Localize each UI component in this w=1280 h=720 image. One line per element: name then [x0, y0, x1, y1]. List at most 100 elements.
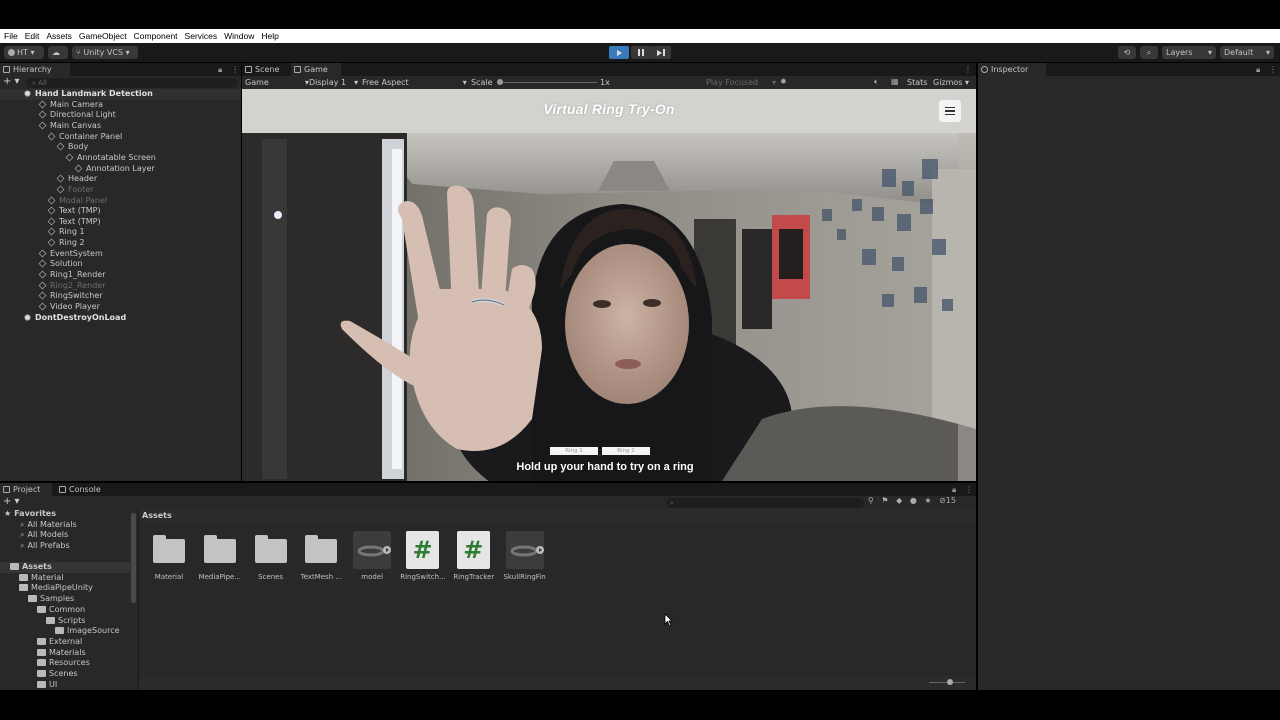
project-search-input[interactable]: ⌕: [666, 498, 864, 508]
project-folder-item[interactable]: Resources: [37, 658, 90, 669]
scale-slider-handle[interactable]: [497, 79, 503, 85]
search-button[interactable]: ⌕: [1140, 46, 1158, 59]
cloud-button[interactable]: ☁: [48, 46, 68, 59]
display-mode-dropdown[interactable]: Game ▾: [245, 78, 309, 87]
hierarchy-item[interactable]: Annotation Layer: [74, 164, 155, 175]
project-folder-item[interactable]: Samples: [28, 594, 74, 605]
lock-icon[interactable]: 🔒︎: [218, 63, 222, 76]
hierarchy-item[interactable]: RingSwitcher: [38, 291, 103, 302]
hierarchy-item[interactable]: Text (TMP): [47, 206, 101, 217]
asset-item[interactable]: model: [350, 531, 394, 583]
hierarchy-item[interactable]: Video Player: [38, 302, 100, 313]
hierarchy-item[interactable]: Main Canvas: [38, 121, 101, 132]
menu-assets[interactable]: Assets: [46, 31, 72, 41]
hierarchy-item[interactable]: Container Panel: [47, 132, 122, 143]
hierarchy-item[interactable]: Directional Light: [38, 110, 116, 121]
info-icon[interactable]: ●: [910, 496, 917, 505]
favorite-item[interactable]: ⌕ All Materials: [20, 520, 77, 531]
hierarchy-item[interactable]: Ring1_Render: [38, 270, 106, 281]
lock-icon[interactable]: 🔒︎: [952, 483, 956, 496]
hierarchy-item[interactable]: Header: [56, 174, 97, 185]
hierarchy-item[interactable]: Footer: [56, 185, 93, 196]
project-folder-item[interactable]: Scripts: [46, 616, 85, 627]
menu-edit[interactable]: Edit: [25, 31, 40, 41]
step-button[interactable]: [651, 46, 671, 59]
hierarchy-item[interactable]: EventSystem: [38, 249, 103, 260]
project-folder-item[interactable]: UI: [37, 680, 57, 691]
asset-item[interactable]: # RingSwitch...: [400, 531, 446, 583]
search-input[interactable]: ⌕ All: [26, 78, 238, 88]
asset-item[interactable]: SkullRingFin: [503, 531, 547, 583]
tab-console[interactable]: Console: [56, 483, 116, 496]
project-folder-item[interactable]: Material: [19, 573, 64, 584]
scale-slider[interactable]: [497, 82, 597, 83]
filter-label-icon[interactable]: ⚑: [881, 496, 888, 505]
account-button[interactable]: HT ▾: [4, 46, 44, 59]
menu-component[interactable]: Component: [134, 31, 178, 41]
lock-icon[interactable]: 🔒︎: [1256, 63, 1260, 76]
tab-project[interactable]: Project: [0, 483, 52, 496]
display-dropdown[interactable]: Display 1 ▾: [309, 78, 358, 87]
vcs-button[interactable]: ⑂ Unity VCS ▾: [72, 46, 138, 59]
stats-button[interactable]: Stats: [907, 78, 927, 87]
more-icon[interactable]: ⋮: [964, 63, 972, 76]
play-button[interactable]: [609, 46, 629, 59]
ring-2-button[interactable]: Ring 2: [602, 447, 650, 455]
hierarchy-item[interactable]: Text (TMP): [47, 217, 101, 228]
hierarchy-item[interactable]: DontDestroyOnLoad: [24, 313, 126, 324]
hierarchy-item[interactable]: Body: [56, 142, 88, 153]
tree-scrollbar[interactable]: [131, 513, 136, 603]
more-icon[interactable]: ⋮: [1269, 63, 1277, 76]
history-button[interactable]: ⟲: [1118, 46, 1136, 59]
project-folder-item[interactable]: Common: [37, 605, 85, 616]
hierarchy-item[interactable]: Ring 2: [47, 238, 85, 249]
tag-icon[interactable]: ◆: [896, 496, 902, 505]
star-icon[interactable]: ★: [924, 496, 931, 505]
add-button[interactable]: + ▾: [3, 77, 21, 87]
play-focused-dropdown[interactable]: Play Focused ▾: [706, 78, 776, 87]
menu-window[interactable]: Window: [224, 31, 254, 41]
create-button[interactable]: + ▾: [3, 497, 20, 507]
hierarchy-item[interactable]: Modal Panel: [47, 196, 107, 207]
more-icon[interactable]: ⋮: [231, 63, 239, 76]
tab-hierarchy[interactable]: Hierarchy: [0, 63, 70, 76]
hierarchy-item[interactable]: Annotatable Screen: [65, 153, 156, 164]
ring-1-button[interactable]: Ring 1: [550, 447, 598, 455]
tab-game[interactable]: Game: [291, 63, 341, 76]
favorites-header[interactable]: ★ Favorites: [4, 509, 56, 520]
gizmos-dropdown[interactable]: Gizmos ▾: [933, 78, 969, 87]
menu-services[interactable]: Services: [185, 31, 218, 41]
gear-icon[interactable]: ✹: [780, 77, 787, 86]
game-viewport[interactable]: Virtual Ring Try-On Ring 1 Ring 2 Hold u…: [242, 89, 976, 481]
hierarchy-item[interactable]: Solution: [38, 259, 83, 270]
favorite-item[interactable]: ⌕ All Prefabs: [20, 541, 70, 552]
asset-item[interactable]: MediaPipe...: [198, 531, 242, 583]
project-folder-item[interactable]: Assets: [10, 562, 52, 573]
speaker-icon[interactable]: 🔈︎: [874, 77, 879, 87]
project-folder-item[interactable]: Scenes: [37, 669, 78, 680]
menu-gameobject[interactable]: GameObject: [79, 31, 127, 41]
pause-button[interactable]: [631, 46, 651, 59]
grid-icon[interactable]: ▦: [891, 77, 899, 86]
hamburger-menu-button[interactable]: [939, 100, 961, 122]
project-folder-item[interactable]: External: [37, 637, 82, 648]
hierarchy-item[interactable]: Ring 1: [47, 227, 85, 238]
zoom-slider-handle[interactable]: [947, 679, 953, 685]
project-folder-item[interactable]: Materials: [37, 648, 86, 659]
tab-inspector[interactable]: Inspector: [978, 63, 1046, 76]
more-icon[interactable]: ⋮: [965, 483, 973, 496]
hierarchy-item[interactable]: Hand Landmark Detection: [24, 89, 153, 100]
menu-help[interactable]: Help: [261, 31, 278, 41]
aspect-dropdown[interactable]: Free Aspect ▾: [362, 78, 467, 87]
filter-type-icon[interactable]: ⚲: [868, 496, 874, 505]
hierarchy-item[interactable]: Main Camera: [38, 100, 103, 111]
asset-item[interactable]: # RingTracker: [452, 531, 496, 583]
hidden-packages-icon[interactable]: ⊘: [939, 496, 946, 505]
layers-dropdown[interactable]: Layers ▾: [1162, 46, 1216, 59]
breadcrumb[interactable]: Assets: [142, 511, 172, 520]
layout-dropdown[interactable]: Default ▾: [1220, 46, 1274, 59]
project-folder-item[interactable]: ImageSource: [55, 626, 120, 637]
asset-item[interactable]: Material: [147, 531, 191, 583]
favorite-item[interactable]: ⌕ All Models: [20, 530, 68, 541]
asset-item[interactable]: Scenes: [249, 531, 293, 583]
